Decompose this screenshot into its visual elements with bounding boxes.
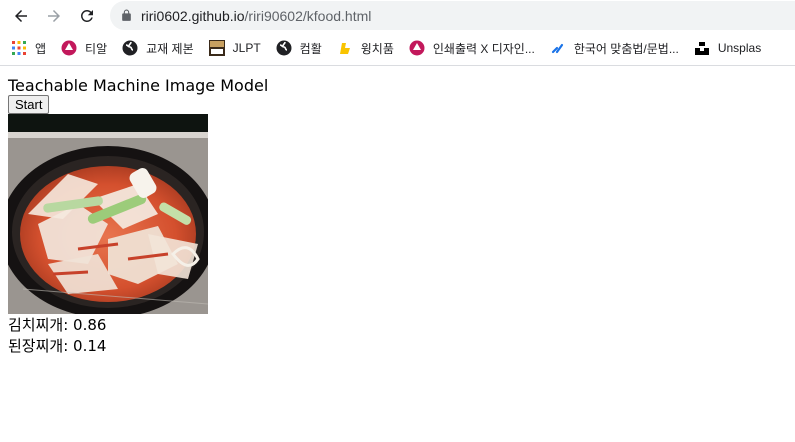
bookmark-label: JLPT <box>232 41 261 55</box>
browser-chrome: riri0602.github.io/riri90602/kfood.html … <box>0 0 795 66</box>
bookmark-apps[interactable]: 앱 <box>11 40 46 57</box>
bookmark-label: 교재 제본 <box>146 41 194 56</box>
pink-badge-icon <box>61 40 77 56</box>
browser-toolbar: riri0602.github.io/riri90602/kfood.html <box>0 0 795 31</box>
prediction-item: 김치찌개: 0.86 <box>8 316 107 334</box>
bookmark-jlpt[interactable]: JLPT <box>208 40 261 56</box>
back-arrow-icon <box>15 10 27 22</box>
pink-badge-icon <box>409 40 425 56</box>
forward-button[interactable] <box>41 3 67 29</box>
unsplash-icon <box>694 40 710 56</box>
page-title: Teachable Machine Image Model <box>8 76 269 95</box>
bookmark-spellcheck[interactable]: 한국어 맞춤법/문법... <box>550 40 679 57</box>
yellow-icon <box>337 40 353 56</box>
reload-button[interactable] <box>74 3 100 29</box>
url-host: riri0602.github.io <box>141 7 245 24</box>
prediction-item: 된장찌개: 0.14 <box>8 337 107 355</box>
bookmark-unsplash[interactable]: Unsplas <box>694 40 761 56</box>
page-content: Teachable Machine Image Model Start 김치찌개… <box>8 76 268 357</box>
back-button[interactable] <box>8 3 34 29</box>
bookmark-label: Unsplas <box>717 41 762 55</box>
bookmark-label: 컴활 <box>299 41 322 56</box>
bookmark-label: 한국어 맞춤법/문법... <box>573 41 679 56</box>
url-text: riri0602.github.io/riri90602/kfood.html <box>141 8 371 24</box>
apps-grid-icon <box>11 40 27 56</box>
forward-arrow-icon <box>48 10 60 22</box>
bookmark-wing[interactable]: 윙치품 <box>337 40 394 57</box>
jlpt-icon <box>208 40 225 56</box>
prediction-list: 김치찌개: 0.86 된장찌개: 0.14 <box>8 315 268 357</box>
bookmark-label: 윙치품 <box>360 41 394 56</box>
bookmark-comhwal[interactable]: 컴활 <box>276 40 322 57</box>
bookmarks-bar: 앱 티알 교재 제본 JLPT 컴활 윙치품 인쇄출력 X 디자인... 한국어… <box>0 31 795 65</box>
reload-icon <box>80 9 93 22</box>
start-button[interactable]: Start <box>8 95 50 114</box>
globe-icon <box>122 40 138 56</box>
bookmark-print[interactable]: 인쇄출력 X 디자인... <box>409 40 535 57</box>
spellcheck-icon <box>550 40 566 56</box>
bookmark-textbook[interactable]: 교재 제본 <box>122 40 194 57</box>
bookmark-tial[interactable]: 티알 <box>61 40 107 57</box>
bookmark-label: 인쇄출력 X 디자인... <box>432 41 535 56</box>
bookmark-label: 앱 <box>35 41 47 56</box>
webcam-canvas <box>8 114 208 314</box>
lock-icon <box>119 9 133 23</box>
url-path: /riri90602/kfood.html <box>244 7 372 24</box>
address-bar[interactable]: riri0602.github.io/riri90602/kfood.html <box>110 1 795 30</box>
globe-icon <box>276 40 292 56</box>
bookmark-label: 티알 <box>85 41 108 56</box>
